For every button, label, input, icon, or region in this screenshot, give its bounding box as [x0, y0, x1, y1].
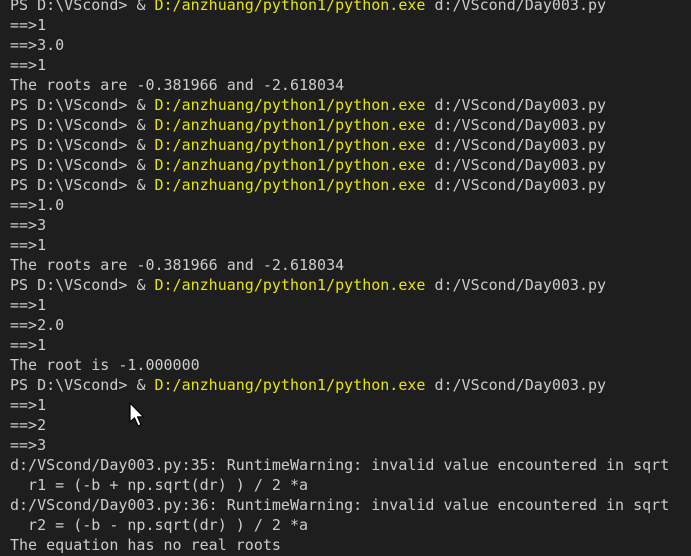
- call-operator: &: [136, 96, 146, 114]
- terminal-prompt: PS D:\VScond>: [10, 116, 128, 134]
- call-operator: &: [136, 136, 146, 154]
- terminal-command-line: PS D:\VScond> & D:/anzhuang/python1/pyth…: [10, 0, 669, 15]
- command-argument: d:/VScond/Day003.py: [434, 0, 607, 14]
- terminal-output-line: ==>1: [10, 56, 47, 74]
- command-path: D:/anzhuang/python1/python.exe: [154, 276, 426, 294]
- terminal-output-line: ==>3: [10, 216, 47, 234]
- call-operator: &: [136, 276, 146, 294]
- command-path: D:/anzhuang/python1/python.exe: [154, 376, 426, 394]
- command-argument: d:/VScond/Day003.py: [434, 96, 607, 114]
- command-argument: d:/VScond/Day003.py: [434, 276, 607, 294]
- terminal-output-line: d:/VScond/Day003.py:36: RuntimeWarning: …: [10, 496, 670, 514]
- terminal-prompt: PS D:\VScond>: [10, 276, 128, 294]
- command-argument: d:/VScond/Day003.py: [434, 156, 607, 174]
- command-path: D:/anzhuang/python1/python.exe: [154, 96, 426, 114]
- terminal-output-line: ==>2: [10, 416, 47, 434]
- terminal-command-line: PS D:\VScond> & D:/anzhuang/python1/pyth…: [10, 115, 669, 135]
- call-operator: &: [136, 0, 146, 14]
- terminal-output: PS D:\VScond> & D:/anzhuang/python1/pyth…: [10, 0, 669, 555]
- terminal-output-line: r1 = (-b + np.sqrt(dr) ) / 2 *a: [10, 476, 309, 494]
- terminal-output-line: ==>1: [10, 336, 47, 354]
- terminal-output-line: The roots are -0.381966 and -2.618034: [10, 256, 345, 274]
- call-operator: &: [136, 116, 146, 134]
- command-path: D:/anzhuang/python1/python.exe: [154, 116, 426, 134]
- terminal-output-line: ==>1: [10, 296, 47, 314]
- terminal-command-line: PS D:\VScond> & D:/anzhuang/python1/pyth…: [10, 155, 669, 175]
- terminal-output-line: ==>1: [10, 396, 47, 414]
- terminal-command-line: PS D:\VScond> & D:/anzhuang/python1/pyth…: [10, 135, 669, 155]
- terminal-output-line: The root is -1.000000: [10, 356, 200, 374]
- command-argument: d:/VScond/Day003.py: [434, 376, 607, 394]
- terminal-prompt: PS D:\VScond>: [10, 96, 128, 114]
- terminal-output-line: ==>2.0: [10, 316, 65, 334]
- terminal-command-line: PS D:\VScond> & D:/anzhuang/python1/pyth…: [10, 275, 669, 295]
- command-argument: d:/VScond/Day003.py: [434, 116, 607, 134]
- terminal-panel[interactable]: PS D:\VScond> & D:/anzhuang/python1/pyth…: [0, 0, 691, 556]
- terminal-output-line: ==>1: [10, 236, 47, 254]
- call-operator: &: [136, 176, 146, 194]
- terminal-output-line: The roots are -0.381966 and -2.618034: [10, 76, 345, 94]
- terminal-command-line: PS D:\VScond> & D:/anzhuang/python1/pyth…: [10, 95, 669, 115]
- terminal-output-line: ==>3: [10, 436, 47, 454]
- call-operator: &: [136, 376, 146, 394]
- terminal-prompt: PS D:\VScond>: [10, 0, 128, 14]
- terminal-output-line: r2 = (-b - np.sqrt(dr) ) / 2 *a: [10, 516, 309, 534]
- mouse-pointer-icon: [129, 402, 145, 427]
- terminal-prompt: PS D:\VScond>: [10, 176, 128, 194]
- command-argument: d:/VScond/Day003.py: [434, 176, 607, 194]
- terminal-command-line: PS D:\VScond> & D:/anzhuang/python1/pyth…: [10, 175, 669, 195]
- terminal-prompt: PS D:\VScond>: [10, 156, 128, 174]
- terminal-output-line: The equation has no real roots: [10, 536, 281, 554]
- command-path: D:/anzhuang/python1/python.exe: [154, 156, 426, 174]
- terminal-prompt: PS D:\VScond>: [10, 136, 128, 154]
- command-path: D:/anzhuang/python1/python.exe: [154, 136, 426, 154]
- command-path: D:/anzhuang/python1/python.exe: [154, 0, 426, 14]
- command-path: D:/anzhuang/python1/python.exe: [154, 176, 426, 194]
- terminal-output-line: ==>1: [10, 16, 47, 34]
- terminal-command-line: PS D:\VScond> & D:/anzhuang/python1/pyth…: [10, 375, 669, 395]
- terminal-output-line: ==>3.0: [10, 36, 65, 54]
- command-argument: d:/VScond/Day003.py: [434, 136, 607, 154]
- call-operator: &: [136, 156, 146, 174]
- terminal-output-line: d:/VScond/Day003.py:35: RuntimeWarning: …: [10, 456, 670, 474]
- terminal-output-line: ==>1.0: [10, 196, 65, 214]
- terminal-prompt: PS D:\VScond>: [10, 376, 128, 394]
